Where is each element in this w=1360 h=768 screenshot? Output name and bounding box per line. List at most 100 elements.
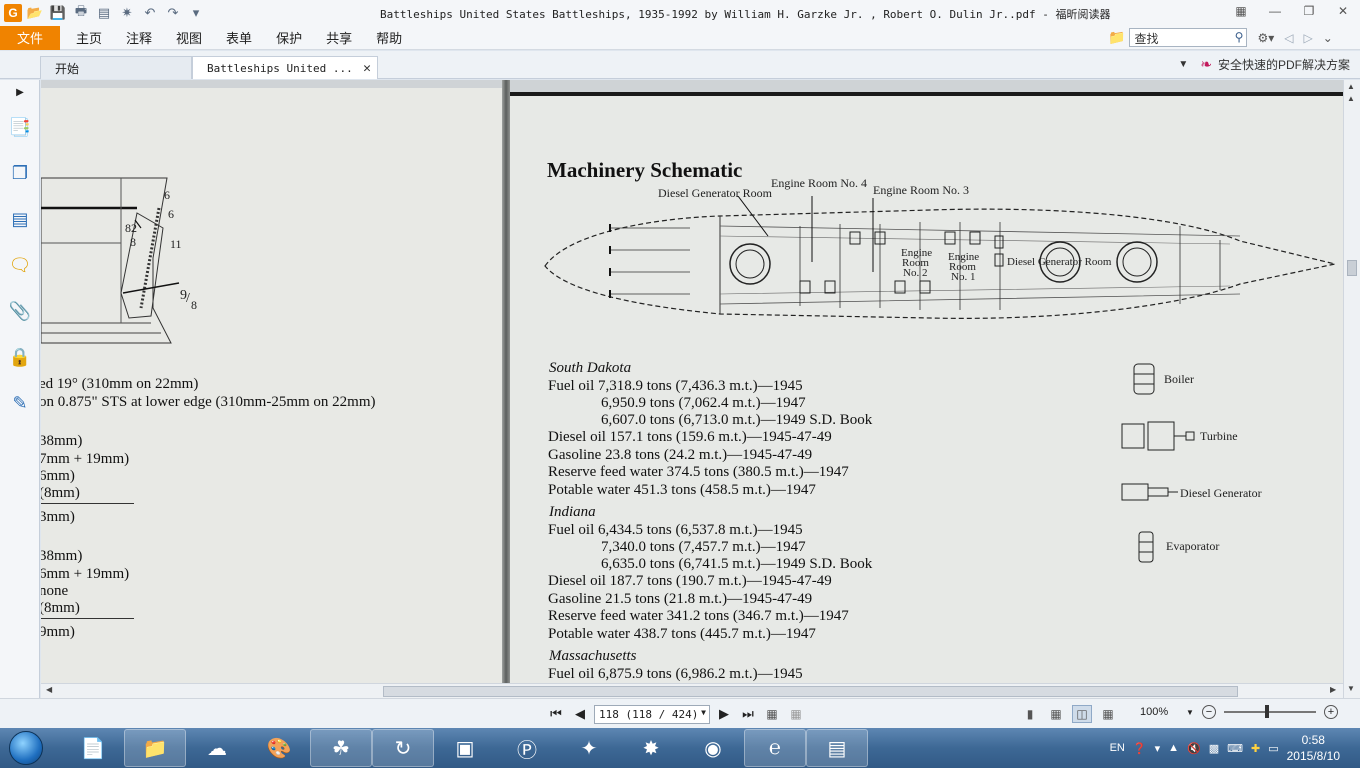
minimize-button[interactable]: — — [1258, 0, 1292, 22]
ie-app-icon[interactable]: ℮ — [744, 729, 806, 767]
menu-file[interactable]: 文件 — [0, 25, 60, 50]
facing-view-icon[interactable]: ◫ — [1072, 705, 1092, 723]
extract-page-icon[interactable]: ▦ — [786, 704, 806, 724]
menu-share[interactable]: 共享 — [314, 26, 364, 50]
layers-panel-icon[interactable]: ▤ — [0, 196, 40, 242]
scroll-left-arrow-icon[interactable]: ◀ — [46, 685, 52, 694]
undo-icon[interactable]: ↶ — [140, 3, 160, 23]
menu-protect[interactable]: 保护 — [264, 26, 314, 50]
comments-panel-icon[interactable]: 🗨 — [0, 242, 40, 288]
previous-result-icon[interactable]: ◁ — [1284, 31, 1293, 45]
chevron-down-icon[interactable]: ⌄ — [1323, 31, 1333, 45]
vertical-scroll-thumb[interactable] — [1347, 260, 1357, 276]
open-icon[interactable]: 📂 — [25, 3, 45, 23]
start-button[interactable] — [6, 730, 46, 766]
show-hidden-icons-icon[interactable]: ▲ — [1168, 742, 1179, 754]
tab-list-dropdown-icon[interactable]: ▼ — [1178, 59, 1188, 70]
close-button[interactable]: ✕ — [1326, 0, 1360, 22]
zoom-in-icon[interactable]: + — [1323, 705, 1338, 719]
horizontal-scroll-thumb[interactable] — [383, 686, 1238, 697]
single-page-view-icon[interactable]: ▮ — [1020, 705, 1040, 723]
signature-panel-icon[interactable]: ✎ — [0, 380, 40, 426]
continuous-facing-view-icon[interactable]: ▦ — [1098, 705, 1118, 723]
foxit-pdf-app-icon[interactable]: ▤ — [806, 729, 868, 767]
foxit-logo-icon[interactable]: G — [4, 4, 22, 22]
tab-document[interactable]: Battleships United ... ✕ — [192, 56, 378, 79]
attachments-panel-icon[interactable]: 📎 — [0, 288, 40, 334]
kugou-app-icon[interactable]: Ⓟ — [496, 729, 558, 767]
save-icon[interactable]: 💾 — [48, 3, 68, 23]
page-dropdown-icon[interactable]: ▼ — [701, 708, 706, 717]
promo-banner[interactable]: ▼ ❧ 安全快速的PDF解决方案 — [1178, 56, 1350, 73]
zoom-out-icon[interactable]: − — [1201, 705, 1216, 719]
help-icon[interactable]: ❓ — [1133, 742, 1147, 755]
tab-start[interactable]: 开始 — [40, 56, 192, 79]
scroll-up-arrow-icon[interactable]: ▲ — [1347, 94, 1355, 103]
powerpoint-app-icon[interactable]: ▣ — [434, 729, 496, 767]
explorer-app-icon[interactable]: 📁 — [124, 729, 186, 767]
bird-app-icon[interactable]: ✦ — [558, 729, 620, 767]
pages-panel-icon[interactable]: ❐ — [0, 150, 40, 196]
clock[interactable]: 0:58 2015/8/10 — [1287, 732, 1340, 764]
ship-data-line: Gasoline 23.8 tons (24.2 m.t.)—1945-47-4… — [548, 447, 813, 463]
continuous-view-icon[interactable]: ▦ — [1046, 705, 1066, 723]
colorful-app-icon[interactable]: ✸ — [620, 729, 682, 767]
ship-data-line: 7,340.0 tons (7,457.7 m.t.)—1947 — [601, 539, 806, 555]
menu-help[interactable]: 帮助 — [364, 26, 414, 50]
sync-app-icon[interactable]: ↻ — [372, 729, 434, 767]
maximize-button[interactable]: ❐ — [1292, 0, 1326, 22]
zoom-slider[interactable] — [1223, 705, 1316, 718]
document-view[interactable]: 6 6 82 8 11 9 / 8 ed 19° (310mm on 22mm)… — [41, 80, 1343, 683]
previous-page-icon[interactable]: ◀ — [570, 704, 590, 724]
cloud-app-icon[interactable]: ☁ — [186, 729, 248, 767]
bookmark-panel-icon[interactable]: 📑 — [0, 104, 40, 150]
properties-icon[interactable]: ▤ — [94, 3, 114, 23]
chrome-app-icon[interactable]: ◉ — [682, 729, 744, 767]
redo-icon[interactable]: ↷ — [163, 3, 183, 23]
menu-home[interactable]: 主页 — [64, 26, 114, 50]
print-icon[interactable]: 🖶 — [71, 3, 91, 23]
left-text-line: ed 19° (310mm on 22mm) — [41, 376, 199, 392]
keyboard-icon[interactable]: ⌨ — [1227, 742, 1243, 755]
vertical-scrollbar[interactable]: ▲ ▲ ▼ — [1343, 80, 1360, 698]
new-document-icon[interactable]: ✷ — [117, 3, 137, 23]
menu-view[interactable]: 视图 — [164, 26, 214, 50]
search-input[interactable]: 查找 ⚲ — [1129, 28, 1248, 47]
notepad-app-icon[interactable]: 📄 — [62, 729, 124, 767]
horizontal-scrollbar[interactable]: ◀ ▶ — [41, 683, 1343, 698]
scroll-split-icon[interactable]: ▲ — [1347, 82, 1355, 91]
next-result-icon[interactable]: ▷ — [1303, 31, 1312, 45]
ribbon-toggle-icon[interactable]: ▦ — [1224, 0, 1258, 22]
insert-page-icon[interactable]: ▦ — [762, 704, 782, 724]
menu-form[interactable]: 表单 — [214, 26, 264, 50]
network-icon[interactable]: ▩ — [1209, 742, 1219, 755]
search-icon[interactable]: ⚲ — [1235, 30, 1244, 44]
ime-settings-icon[interactable]: ▾ — [1155, 742, 1161, 755]
ship-data-line: Diesel oil 187.7 tons (190.7 m.t.)—1945-… — [548, 573, 832, 589]
folder-search-icon[interactable]: 📁 — [1108, 29, 1125, 46]
scroll-right-arrow-icon[interactable]: ▶ — [1330, 685, 1336, 694]
expand-panel-icon[interactable]: ▶ — [0, 80, 40, 104]
zoom-slider-knob[interactable] — [1265, 705, 1270, 718]
menu-comment[interactable]: 注释 — [114, 26, 164, 50]
last-page-icon[interactable]: ⏭ — [738, 704, 758, 724]
ship-data-line: Potable water 438.7 tons (445.7 m.t.)—19… — [548, 626, 816, 642]
paint-app-icon[interactable]: 🎨 — [248, 729, 310, 767]
customize-toolbar-icon[interactable]: ▾ — [186, 3, 206, 23]
settings-icon[interactable]: ⚙▾ — [1257, 31, 1274, 45]
ime-indicator[interactable]: EN — [1110, 742, 1125, 754]
zoom-dropdown-icon[interactable]: ▼ — [1186, 708, 1194, 717]
scroll-down-arrow-icon[interactable]: ▼ — [1347, 684, 1355, 693]
battery-icon[interactable]: ▭ — [1268, 742, 1278, 755]
volume-muted-icon[interactable]: 🔇 — [1187, 742, 1201, 755]
ship-data-line: Fuel oil 7,318.9 tons (7,436.3 m.t.)—194… — [548, 378, 803, 394]
page-number-field[interactable]: 118 (118 / 424) ▼ — [594, 704, 710, 724]
next-page-icon[interactable]: ▶ — [714, 704, 734, 724]
first-page-icon[interactable]: ⏮ — [546, 704, 566, 724]
left-text-line: none — [41, 583, 69, 599]
close-tab-icon[interactable]: ✕ — [363, 61, 371, 76]
security-panel-icon[interactable]: 🔒 — [0, 334, 40, 380]
green-app-icon[interactable]: ☘ — [310, 729, 372, 767]
tray-app-icon[interactable]: ✚ — [1251, 742, 1260, 755]
ship-name: South Dakota — [549, 360, 632, 376]
